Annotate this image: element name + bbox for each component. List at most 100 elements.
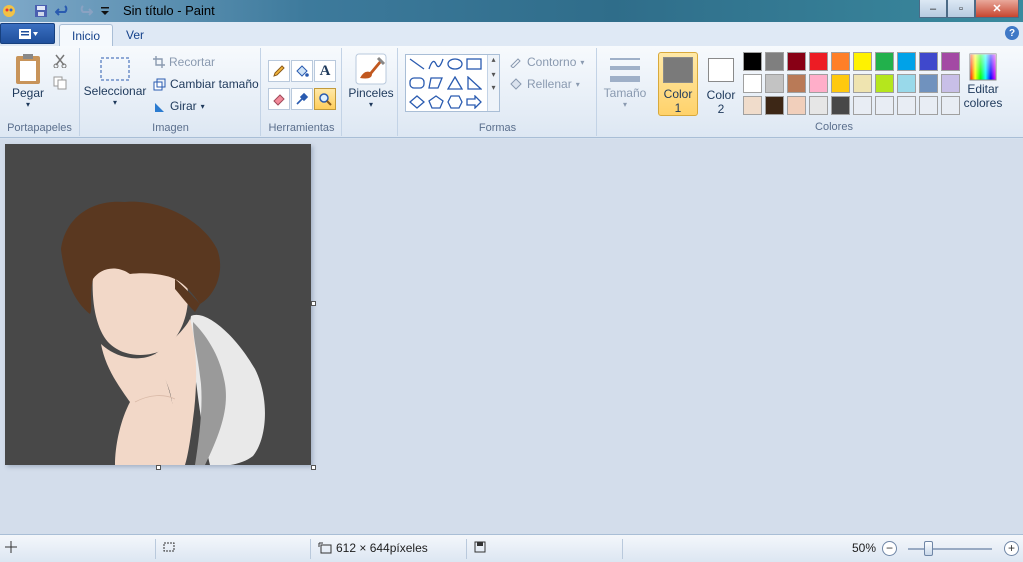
oval-shape-icon[interactable] [446, 56, 464, 72]
paint-menu-button[interactable] [0, 23, 55, 44]
tab-ver[interactable]: Ver [114, 24, 156, 46]
selection-size-icon [163, 542, 175, 552]
palette-color-swatch[interactable] [831, 96, 850, 115]
resize-handle-right[interactable] [311, 301, 316, 306]
magnifier-tool[interactable] [314, 88, 336, 110]
arrow-shape-icon[interactable] [465, 94, 483, 110]
maximize-button[interactable]: ▫ [947, 0, 975, 18]
quick-access-dropdown-icon[interactable] [96, 2, 114, 20]
text-tool[interactable]: A [314, 60, 336, 82]
close-button[interactable]: ✕ [975, 0, 1019, 18]
tab-row: Inicio Ver ? [0, 22, 1023, 46]
zoom-slider-thumb[interactable] [924, 541, 933, 556]
palette-color-swatch[interactable] [875, 52, 894, 71]
palette-color-swatch[interactable] [765, 52, 784, 71]
shapes-gallery: ▴ ▾ ▾ [405, 54, 500, 112]
brushes-label: Pinceles [348, 86, 394, 100]
rounded-rect-shape-icon[interactable] [408, 75, 426, 91]
palette-color-swatch[interactable] [897, 74, 916, 93]
palette-color-swatch[interactable] [853, 52, 872, 71]
palette-color-swatch[interactable] [941, 74, 960, 93]
palette-color-swatch[interactable] [875, 74, 894, 93]
color1-button[interactable]: Color 1 [658, 52, 698, 116]
scroll-down-icon[interactable]: ▾ [488, 70, 499, 79]
palette-color-swatch[interactable] [743, 96, 762, 115]
palette-color-swatch[interactable] [853, 74, 872, 93]
palette-color-swatch[interactable] [787, 52, 806, 71]
palette-color-swatch[interactable] [743, 74, 762, 93]
shapes-expand-icon[interactable]: ▾ [488, 83, 499, 92]
chevron-down-icon: ▾ [575, 79, 580, 89]
palette-color-swatch[interactable] [919, 74, 938, 93]
right-triangle-shape-icon[interactable] [465, 75, 483, 91]
palette-color-swatch[interactable] [765, 96, 784, 115]
fill-button[interactable]: Rellenar ▾ [509, 77, 580, 91]
cut-icon[interactable] [53, 54, 67, 71]
canvas-workspace[interactable] [0, 139, 1023, 534]
edit-colors-label-1: Editar [967, 82, 999, 96]
zoom-slider-track[interactable] [908, 548, 992, 550]
pentagon-shape-icon[interactable] [427, 94, 445, 110]
size-button[interactable]: Tamaño ▾ [600, 54, 650, 109]
palette-color-swatch[interactable] [875, 96, 894, 115]
save-icon[interactable] [32, 2, 50, 20]
brushes-button[interactable]: Pinceles ▾ [347, 52, 395, 109]
size-label: Tamaño [603, 86, 647, 100]
tab-inicio[interactable]: Inicio [59, 24, 114, 46]
drawing-canvas[interactable] [5, 144, 311, 465]
scroll-up-icon[interactable]: ▴ [488, 55, 499, 64]
palette-color-swatch[interactable] [831, 52, 850, 71]
fill-tool[interactable] [291, 60, 313, 82]
rotate-button[interactable]: Girar ▾ [153, 99, 205, 113]
palette-color-swatch[interactable] [941, 96, 960, 115]
resize-button[interactable]: Cambiar tamaño [153, 77, 259, 91]
image-size-indicator: 612 × 644píxeles [318, 541, 428, 555]
palette-color-swatch[interactable] [853, 96, 872, 115]
paste-button[interactable]: Pegar ▾ [6, 52, 50, 109]
minimize-button[interactable]: – [919, 0, 947, 18]
palette-color-swatch[interactable] [897, 96, 916, 115]
redo-icon[interactable] [76, 2, 94, 20]
pencil-tool[interactable] [268, 60, 290, 82]
curve-shape-icon[interactable] [427, 56, 445, 72]
color2-button[interactable]: Color 2 [701, 52, 741, 116]
palette-color-swatch[interactable] [743, 52, 762, 71]
selection-rect-icon [100, 57, 130, 81]
paint-app-icon[interactable] [0, 2, 18, 20]
palette-color-swatch[interactable] [809, 52, 828, 71]
shapes-scrollbar[interactable]: ▴ ▾ ▾ [487, 55, 499, 111]
select-button[interactable]: Seleccionar ▾ [84, 56, 146, 107]
palette-color-swatch[interactable] [831, 74, 850, 93]
resize-handle-corner[interactable] [311, 465, 316, 470]
palette-color-swatch[interactable] [897, 52, 916, 71]
disk-icon [474, 541, 486, 553]
palette-color-swatch[interactable] [809, 74, 828, 93]
diamond-shape-icon[interactable] [408, 94, 426, 110]
edit-colors-button[interactable]: Editar colores [962, 52, 1004, 110]
paste-label: Pegar [11, 86, 45, 100]
hexagon-shape-icon[interactable] [446, 94, 464, 110]
rectangle-shape-icon[interactable] [465, 56, 483, 72]
color2-label: Color [706, 88, 736, 102]
polygon-shape-icon[interactable] [427, 75, 445, 91]
triangle-shape-icon[interactable] [446, 75, 464, 91]
file-size-indicator [474, 541, 486, 553]
undo-icon[interactable] [54, 2, 72, 20]
palette-color-swatch[interactable] [941, 52, 960, 71]
help-icon[interactable]: ? [1005, 26, 1019, 40]
palette-color-swatch[interactable] [787, 74, 806, 93]
copy-icon[interactable] [53, 76, 67, 93]
palette-color-swatch[interactable] [787, 96, 806, 115]
palette-color-swatch[interactable] [919, 52, 938, 71]
palette-color-swatch[interactable] [919, 96, 938, 115]
line-shape-icon[interactable] [408, 56, 426, 72]
palette-color-swatch[interactable] [809, 96, 828, 115]
color-picker-tool[interactable] [291, 88, 313, 110]
resize-handle-bottom[interactable] [156, 465, 161, 470]
palette-color-swatch[interactable] [765, 74, 784, 93]
zoom-out-button[interactable]: − [882, 541, 897, 556]
eraser-tool[interactable] [268, 88, 290, 110]
zoom-in-button[interactable]: + [1004, 541, 1019, 556]
crop-button[interactable]: Recortar [153, 55, 215, 69]
outline-button[interactable]: Contorno ▾ [509, 55, 584, 69]
